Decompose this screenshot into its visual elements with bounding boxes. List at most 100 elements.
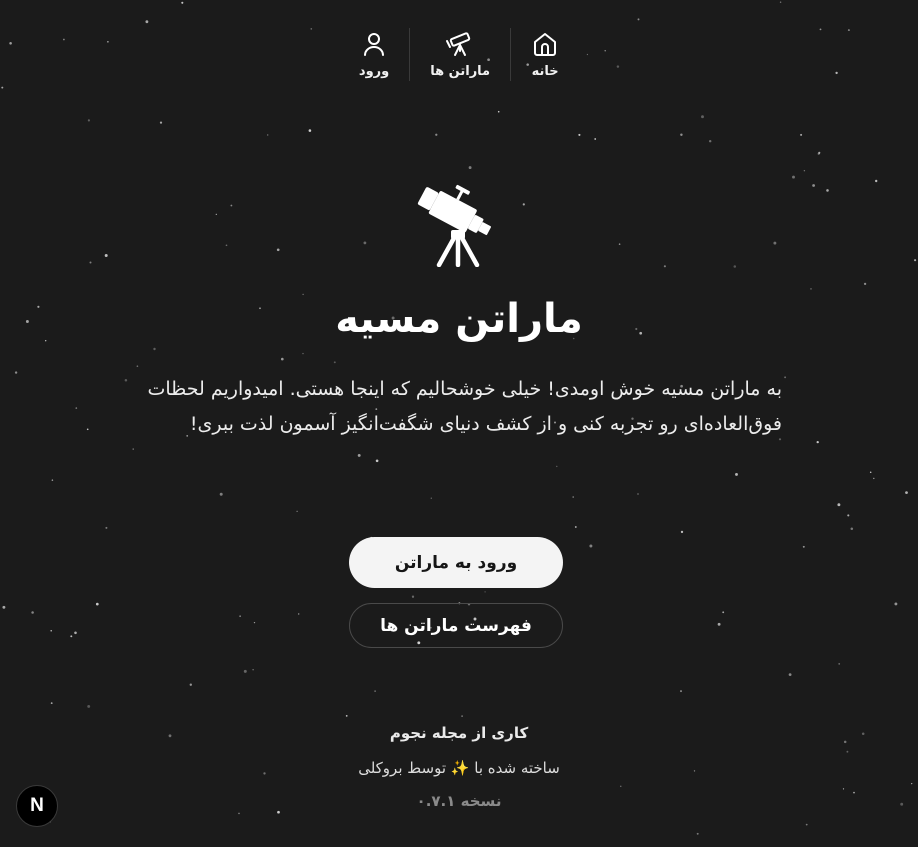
star bbox=[345, 714, 348, 717]
star bbox=[869, 471, 872, 474]
star bbox=[219, 492, 223, 496]
star bbox=[522, 203, 525, 206]
star bbox=[696, 832, 699, 835]
star bbox=[75, 407, 78, 409]
star bbox=[733, 265, 737, 268]
star bbox=[296, 510, 298, 512]
star bbox=[847, 514, 850, 517]
star bbox=[637, 493, 639, 495]
star bbox=[297, 613, 300, 615]
star bbox=[817, 152, 820, 155]
star bbox=[773, 241, 777, 245]
top-nav: خانه ماراتن ها ورود bbox=[0, 28, 918, 81]
star bbox=[802, 545, 805, 548]
star bbox=[805, 823, 808, 826]
star bbox=[267, 134, 269, 136]
star bbox=[104, 254, 108, 257]
footer-credit: کاری از مجله نجوم bbox=[389, 724, 529, 742]
star bbox=[132, 448, 134, 450]
star bbox=[735, 472, 738, 476]
star bbox=[145, 20, 149, 24]
user-icon bbox=[360, 30, 388, 58]
star bbox=[803, 170, 806, 172]
star bbox=[243, 669, 247, 673]
star bbox=[875, 179, 878, 183]
star bbox=[578, 133, 581, 136]
star bbox=[95, 602, 99, 606]
star bbox=[86, 428, 89, 431]
star bbox=[717, 622, 721, 626]
nav-label-login: ورود bbox=[358, 64, 390, 79]
nextjs-badge-icon[interactable]: N bbox=[16, 785, 58, 827]
nav-label-home: خانه bbox=[531, 64, 559, 79]
star bbox=[74, 631, 77, 635]
star bbox=[663, 265, 666, 268]
footer-built-by: ساخته شده با ✨ توسط بروکلی bbox=[0, 759, 918, 783]
star bbox=[468, 166, 472, 170]
star bbox=[70, 635, 73, 638]
star bbox=[497, 110, 500, 113]
star bbox=[87, 704, 91, 708]
nav-item-home[interactable]: خانه bbox=[511, 28, 579, 81]
star bbox=[826, 189, 829, 192]
star bbox=[784, 376, 787, 379]
star bbox=[461, 715, 463, 717]
star bbox=[238, 812, 240, 815]
star bbox=[680, 690, 682, 693]
star bbox=[124, 378, 128, 382]
nav-item-marathons[interactable]: ماراتن ها bbox=[410, 28, 512, 81]
star bbox=[308, 129, 312, 132]
star bbox=[215, 213, 217, 216]
star bbox=[153, 347, 156, 351]
star bbox=[14, 371, 18, 374]
star bbox=[159, 121, 163, 124]
star bbox=[302, 352, 304, 355]
star bbox=[136, 365, 139, 368]
star bbox=[225, 244, 228, 247]
star bbox=[484, 591, 486, 593]
star bbox=[50, 629, 52, 632]
star bbox=[50, 702, 53, 705]
star bbox=[357, 453, 361, 457]
star bbox=[816, 440, 819, 444]
star bbox=[637, 18, 640, 21]
footer: کاری از مجله نجوم ساخته شده با ✨ توسط بر… bbox=[0, 724, 918, 810]
star bbox=[800, 133, 803, 136]
telescope-icon bbox=[409, 175, 505, 268]
star bbox=[276, 248, 280, 252]
star bbox=[680, 530, 684, 534]
star bbox=[435, 133, 438, 136]
version-label: نسخه ۰.۷.۱ bbox=[416, 792, 502, 810]
star bbox=[333, 361, 336, 364]
star bbox=[572, 496, 574, 498]
star bbox=[680, 133, 683, 137]
star bbox=[87, 119, 90, 122]
marathon-list-button[interactable]: فهرست ماراتن ها bbox=[349, 603, 563, 648]
enter-marathon-button[interactable]: ورود به ماراتن bbox=[349, 537, 563, 588]
star bbox=[374, 690, 376, 692]
star bbox=[411, 595, 415, 598]
welcome-description: به ماراتن مسیه خوش اومدی! خیلی خوشحالیم … bbox=[147, 378, 783, 435]
star bbox=[280, 357, 284, 361]
star bbox=[722, 611, 725, 614]
star bbox=[905, 491, 908, 494]
star bbox=[812, 184, 815, 187]
star bbox=[252, 669, 254, 671]
page-title: ماراتن مسیه bbox=[335, 296, 583, 342]
star bbox=[189, 683, 192, 686]
star bbox=[618, 243, 621, 245]
star bbox=[375, 459, 379, 463]
star bbox=[837, 503, 841, 507]
star bbox=[2, 605, 6, 609]
star bbox=[894, 602, 898, 606]
star bbox=[363, 241, 367, 245]
star bbox=[51, 479, 54, 481]
built-suffix: توسط بروکلی bbox=[358, 759, 446, 777]
star bbox=[788, 673, 792, 676]
star bbox=[850, 527, 854, 530]
star bbox=[810, 288, 812, 290]
nav-item-login[interactable]: ورود bbox=[339, 28, 411, 81]
star bbox=[302, 293, 304, 296]
sparkles-icon: ✨ bbox=[450, 759, 470, 777]
star bbox=[792, 175, 795, 179]
